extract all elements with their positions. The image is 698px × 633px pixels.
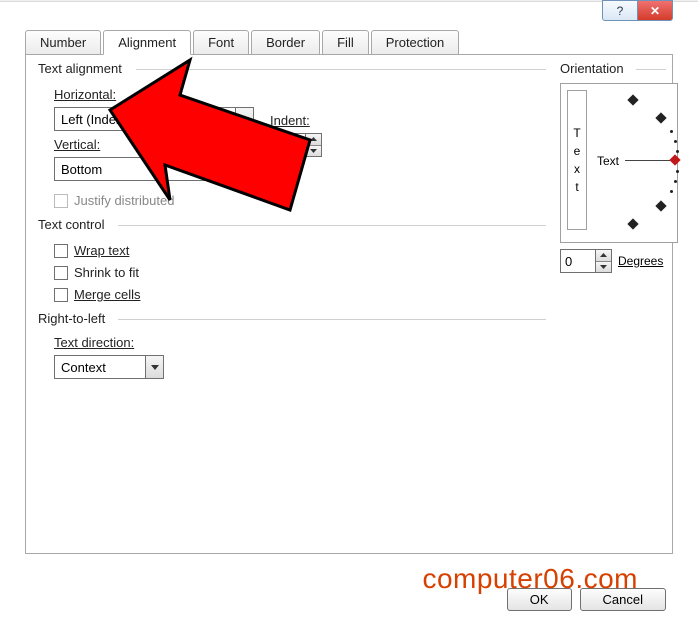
orientation-text-label: Text [597,154,619,168]
orientation-point[interactable] [655,200,666,211]
spin-down-icon[interactable] [596,262,611,273]
horizontal-label: Horizontal: [54,87,116,102]
format-cells-dialog: Number Alignment Font Border Fill Protec… [10,10,688,623]
text-direction-combo[interactable]: Context [54,355,164,379]
horizontal-combo-value: Left (Indent) [55,112,235,127]
tab-number[interactable]: Number [25,30,101,55]
spin-down-icon[interactable] [306,146,321,157]
tab-strip: Number Alignment Font Border Fill Protec… [25,30,688,55]
group-orientation: Orientation [560,61,624,76]
orientation-dot[interactable] [676,150,679,153]
orientation-preview[interactable]: T e x t Text [560,83,678,243]
orientation-dot[interactable] [674,180,677,183]
merge-cells-label: Merge cells [74,287,140,302]
justify-distributed-checkbox [54,194,68,208]
orientation-vertical-text[interactable]: T e x t [567,90,587,230]
group-text-control: Text control [38,217,104,232]
chevron-down-icon[interactable] [235,108,253,130]
tab-panel-alignment: Text alignment Horizontal: Left (Indent)… [25,54,673,554]
degrees-input[interactable] [561,250,595,272]
justify-distributed-label: Justify distributed [74,193,174,208]
tab-fill[interactable]: Fill [322,30,369,55]
spin-up-icon[interactable] [306,134,321,146]
watermark-text: computer06.com [422,563,638,595]
indent-spinner[interactable] [270,133,322,157]
text-direction-value: Context [55,360,145,375]
close-button[interactable]: ✕ [637,0,673,21]
orientation-dot[interactable] [670,190,673,193]
vertical-combo[interactable]: Bottom [54,157,254,181]
vertical-combo-value: Bottom [55,162,235,177]
tab-protection[interactable]: Protection [371,30,460,55]
divider [118,319,546,320]
horizontal-combo[interactable]: Left (Indent) [54,107,254,131]
text-direction-label: Text direction: [54,335,134,350]
orientation-dot[interactable] [674,140,677,143]
divider [136,69,546,70]
shrink-to-fit-checkbox[interactable] [54,266,68,280]
chevron-down-icon[interactable] [235,158,253,180]
tab-font[interactable]: Font [193,30,249,55]
spin-up-icon[interactable] [596,250,611,262]
divider [636,69,666,70]
orientation-dot[interactable] [676,170,679,173]
orientation-point-top[interactable] [627,94,638,105]
orientation-dot[interactable] [670,130,673,133]
degrees-label: Degrees [618,254,663,268]
orientation-dial[interactable]: Text [587,84,677,236]
vertical-label: Vertical: [54,137,100,152]
indent-label: Indent: [270,113,310,128]
group-text-alignment: Text alignment [38,61,122,76]
orientation-point-active[interactable] [669,154,680,165]
orientation-point[interactable] [655,112,666,123]
divider [118,225,546,226]
tab-alignment[interactable]: Alignment [103,30,191,55]
orientation-point-bottom[interactable] [627,218,638,229]
wrap-text-checkbox[interactable] [54,244,68,258]
shrink-to-fit-label: Shrink to fit [74,265,139,280]
title-bar [0,0,698,2]
wrap-text-label: Wrap text [74,243,129,258]
degrees-spinner[interactable] [560,249,612,273]
help-button[interactable]: ? [602,0,638,21]
merge-cells-checkbox[interactable] [54,288,68,302]
orientation-indicator-line [625,160,670,161]
chevron-down-icon[interactable] [145,356,163,378]
tab-border[interactable]: Border [251,30,320,55]
group-rtl: Right-to-left [38,311,105,326]
indent-input[interactable] [271,134,305,156]
